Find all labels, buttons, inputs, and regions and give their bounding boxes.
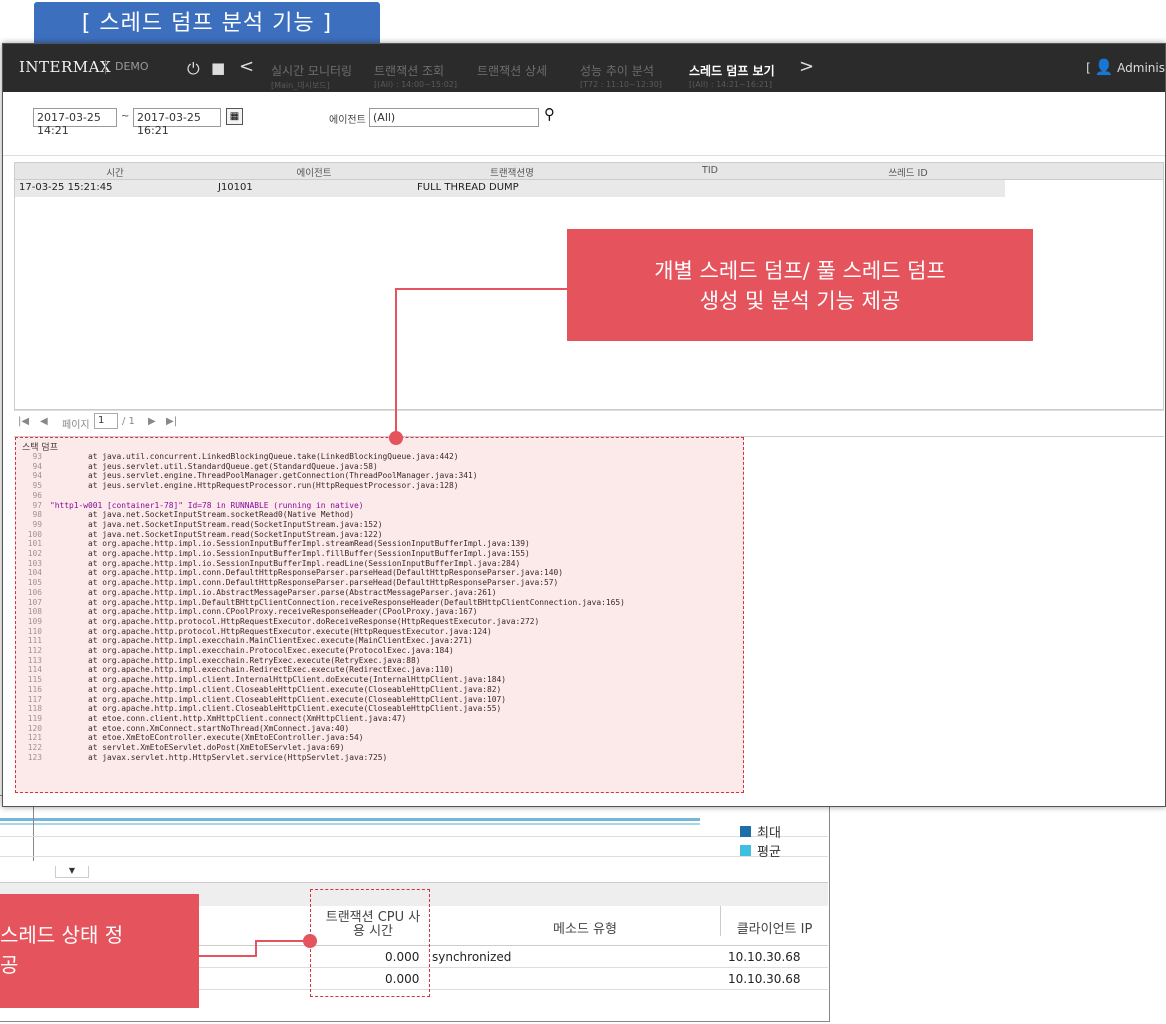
date-to-input[interactable]: 2017-03-25 16:21 [133,108,221,137]
search-icon[interactable]: ⚲ [544,105,555,123]
document-icon[interactable]: ■ [211,59,225,77]
prev-page-icon[interactable]: ◀ [40,416,48,427]
legend-swatch [740,845,751,856]
cell-time: 17-03-25 15:21:45 [19,182,113,193]
table-row[interactable]: 17-03-25 15:21:45 J10101 FULL THREAD DUM… [15,180,1005,197]
highlight-stack-dump [15,437,744,793]
first-page-icon[interactable]: |◀ [18,416,29,427]
calendar-icon[interactable]: ▦ [226,108,243,125]
chevron-right-icon[interactable]: > [799,56,814,77]
connector-line [395,288,397,438]
feature-title-tab: [ 스레드 덤프 분석 기능 ] [34,2,380,48]
page-label: 페이지 [62,420,90,431]
app-logo[interactable]: INTERMAX [19,58,111,76]
grid-col-tid[interactable]: TID [611,165,809,176]
chart-gridline [0,836,828,837]
cell-ip: 10.10.30.68 [728,972,801,986]
legend-item-avg: 평균 [740,841,781,860]
admin-bracket: [ [1086,61,1091,75]
callout-thread-state: 스레드 상태 정 공 [0,894,199,1008]
callout-line: 생성 및 분석 기능 제공 [699,289,901,313]
agent-select[interactable]: (All) [369,108,539,127]
last-page-icon[interactable]: ▶| [166,416,177,427]
collapse-toggle[interactable]: ▼ [55,866,89,878]
chart-line-avg [0,823,700,825]
cell-txn: FULL THREAD DUMP [417,182,519,193]
callout-thread-dump: 개별 스레드 덤프/ 풀 스레드 덤프 생성 및 분석 기능 제공 [567,229,1033,341]
page-total: / 1 [122,416,135,427]
page-input[interactable]: 1 [94,413,118,429]
nav-sublabel: [T72 : 11:10~12:30] [580,80,662,89]
grid-col-time[interactable]: 시간 [15,165,215,179]
next-page-icon[interactable]: ▶ [148,416,156,427]
highlight-cpu-column [310,889,430,997]
nav-sublabel: [(All) : 14:21~16:21] [689,80,772,89]
cell-agent: J10101 [218,182,253,193]
connector-line [255,940,257,957]
legend-item-max: 최대 [740,822,781,841]
column-header-method[interactable]: 메소드 유형 [540,918,630,937]
date-range-separator: ~ [121,111,130,122]
connector-line [255,940,305,942]
callout-line: 공 [0,953,19,977]
nav-label: 성능 추이 분석 [580,64,654,78]
top-nav-bar: INTERMAX DEMO ⏻ ■ < 실시간 모니터링 [Main_대시보드]… [3,44,1165,92]
date-from-input[interactable]: 2017-03-25 14:21 [33,108,117,137]
chevron-left-icon[interactable]: < [239,56,254,77]
connector-dot [389,431,403,445]
nav-label: 트랜잭션 상세 [477,64,548,78]
edition-label: DEMO [115,60,149,73]
nav-sublabel: [(All) : 14:00~15:02] [374,80,457,89]
agent-label: 에이전트 [329,115,366,126]
legend-label: 평균 [757,845,781,860]
user-icon: 👤 [1094,58,1114,76]
grid-col-thread-id[interactable]: 쓰레드 ID [809,165,1007,179]
pager: |◀ ◀ 페이지 1 / 1 ▶ ▶| [14,410,1164,434]
grid-col-txn[interactable]: 트랜잭션명 [413,165,611,179]
admin-label: Adminis [1117,61,1165,75]
connector-line [199,955,257,957]
chart-line-max [0,818,700,821]
cell-method: synchronized [432,950,512,964]
connector-line [395,288,569,290]
connector-dot [303,934,317,948]
admin-menu[interactable]: [ 👤 Adminis [1086,58,1165,76]
logo-divider [105,60,106,74]
nav-sublabel: [Main_대시보드] [271,81,330,90]
plug-icon[interactable]: ⏻ [187,59,200,79]
grid-col-agent[interactable]: 에이전트 [215,165,413,179]
legend-swatch [740,826,751,837]
column-header-client-ip[interactable]: 클라이언트 IP [720,906,828,937]
callout-line: 스레드 상태 정 [0,923,124,947]
grid-header: 시간 에이전트 트랜잭션명 TID 쓰레드 ID [15,163,1163,180]
callout-line: 개별 스레드 덤프/ 풀 스레드 덤프 [654,259,946,283]
legend-label: 최대 [757,826,781,841]
nav-label: 트랜잭션 조회 [374,64,445,78]
nav-label: 스레드 덤프 보기 [689,64,775,78]
filter-bar: 2017-03-25 14:21 ~ 2017-03-25 16:21 ▦ 에이… [3,92,1165,156]
cell-ip: 10.10.30.68 [728,950,801,964]
chart-gridline [0,856,828,857]
nav-label: 실시간 모니터링 [271,64,353,78]
